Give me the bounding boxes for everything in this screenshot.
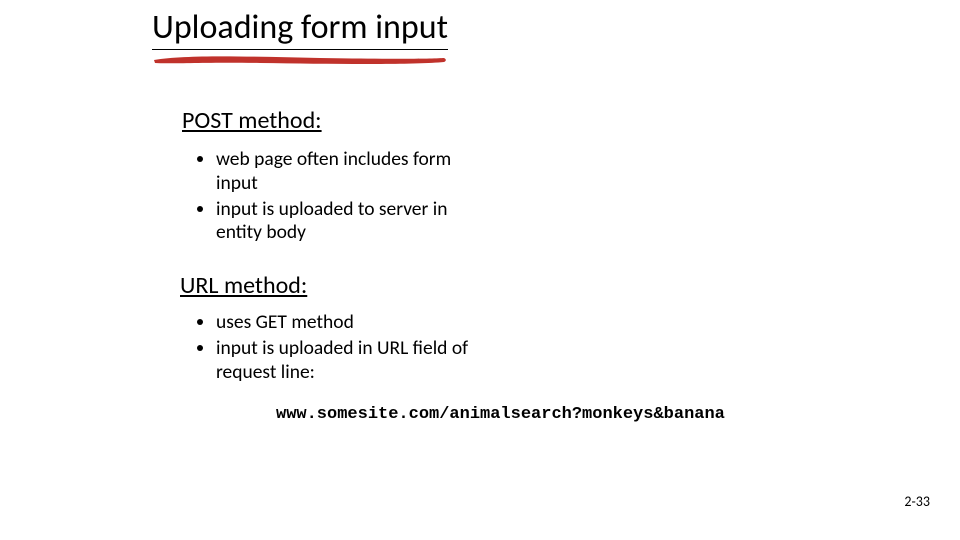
- hand-drawn-underline-icon: [150, 50, 450, 70]
- post-method-bullets: web page often includes form input input…: [192, 148, 496, 247]
- url-method-bullets: uses GET method input is uploaded in URL…: [192, 311, 496, 386]
- list-item: uses GET method: [216, 311, 496, 335]
- post-method-heading: POST method:: [182, 106, 322, 135]
- example-url-text: www.somesite.com/animalsearch?monkeys&ba…: [276, 405, 725, 424]
- slide: Uploading form input POST method: web pa…: [0, 0, 960, 540]
- list-item: input is uploaded to server in entity bo…: [216, 198, 496, 246]
- page-number: 2-33: [904, 493, 930, 510]
- list-item: web page often includes form input: [216, 148, 496, 196]
- slide-title: Uploading form input: [152, 8, 448, 50]
- list-item: input is uploaded in URL field of reques…: [216, 337, 496, 385]
- url-method-heading: URL method:: [180, 271, 307, 300]
